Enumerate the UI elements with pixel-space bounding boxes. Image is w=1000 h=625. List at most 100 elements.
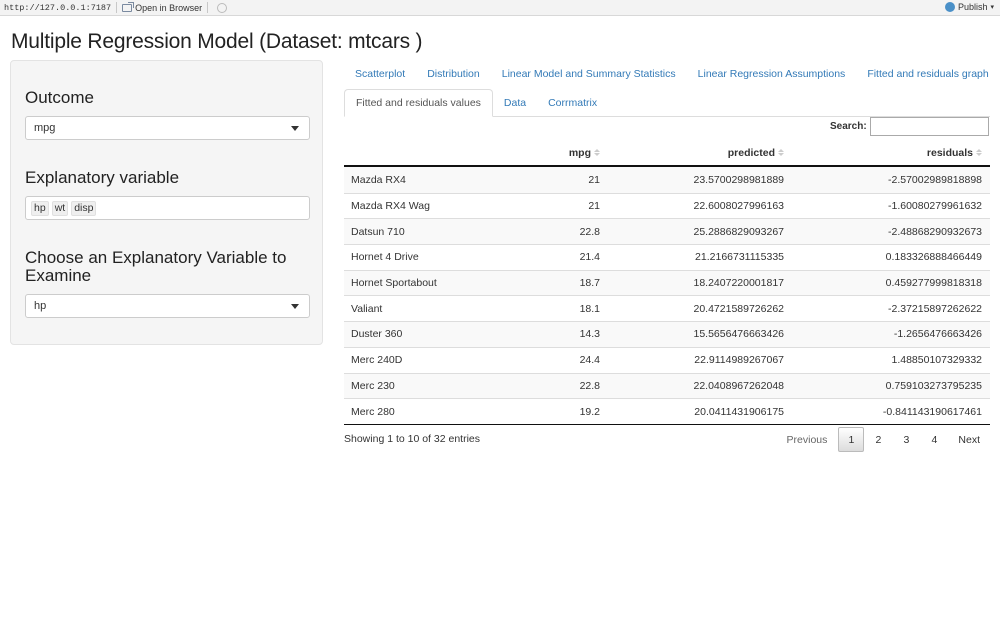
row-name-cell: Merc 230	[351, 379, 395, 392]
row-name-cell: Merc 240D	[351, 354, 403, 367]
tab-distribution[interactable]: Distribution	[416, 60, 491, 88]
row-name-cell: Hornet Sportabout	[351, 277, 437, 290]
residuals-cell: -1.60080279961632	[887, 200, 982, 213]
predicted-cell: 22.6008027996163	[693, 200, 784, 213]
table-bottom-border	[344, 423, 990, 425]
table-row: Hornet 4 Drive 21.4 21.2166731115335 0.1833…	[344, 244, 990, 270]
table-body: Mazda RX4 21 23.5700298981889 -2.5700298981…	[344, 167, 990, 424]
examine-select[interactable]: hp	[25, 294, 310, 318]
table-row: Valiant 18.1 20.4721589726262 -2.3721589726…	[344, 295, 990, 321]
residuals-cell: 0.459277999818318	[885, 277, 982, 290]
table-row: Merc 280 19.2 20.0411431906175 -0.841143190…	[344, 398, 990, 424]
sidebar-panel: Outcome mpg Explanatory variable hp wt d…	[10, 60, 323, 345]
url-label: http://127.0.0.1:7187	[4, 2, 112, 13]
page-button[interactable]: 4	[920, 427, 948, 452]
residuals-cell: 0.759103273795235	[885, 379, 982, 392]
open-in-browser-button[interactable]: Open in Browser	[122, 1, 203, 13]
tab-scatterplot[interactable]: Scatterplot	[344, 60, 416, 88]
page-button[interactable]: 3	[892, 427, 920, 452]
table-row: Mazda RX4 21 23.5700298981889 -2.5700298981…	[344, 167, 990, 193]
mpg-cell: 22.8	[579, 379, 600, 392]
search-input[interactable]	[870, 117, 989, 136]
explanatory-label: Explanatory variable	[25, 168, 180, 187]
table-info: Showing 1 to 10 of 32 entries	[344, 433, 481, 445]
outcome-label: Outcome	[25, 88, 94, 107]
tab-corrmatrix[interactable]: Corrmatrix	[537, 89, 608, 117]
column-header-label: predicted	[727, 146, 775, 159]
row-name-cell: Mazda RX4 Wag	[351, 200, 430, 213]
mpg-cell: 18.1	[579, 302, 600, 315]
mpg-cell: 18.7	[579, 277, 600, 290]
mpg-cell: 14.3	[579, 328, 600, 341]
predicted-cell: 20.0411431906175	[694, 405, 784, 418]
row-name-cell: Duster 360	[351, 328, 403, 341]
row-name-cell: Merc 280	[351, 405, 395, 418]
residuals-cell: -2.48868290932673	[887, 225, 982, 238]
page-title: Multiple Regression Model (Dataset: mtca…	[11, 30, 423, 53]
tab-data[interactable]: Data	[493, 89, 537, 117]
table-row: Merc 240D 24.4 22.9114989267067 1.488501073…	[344, 346, 990, 373]
refresh-icon[interactable]	[217, 2, 228, 13]
tab-fitted-values[interactable]: Fitted and residuals values	[344, 89, 493, 117]
predicted-cell: 18.2407220001817	[693, 277, 784, 290]
toolbar-divider	[207, 2, 209, 13]
row-name-cell: Datsun 710	[351, 225, 405, 238]
residuals-cell: 0.183326888466449	[885, 251, 982, 264]
selected-chip[interactable]: hp	[31, 200, 49, 216]
residuals-cell: -0.841143190617461	[882, 405, 982, 418]
residuals-cell: -2.37215897262622	[887, 302, 982, 315]
sort-icon	[976, 149, 982, 156]
open-in-browser-label: Open in Browser	[135, 2, 203, 13]
row-name-cell: Valiant	[351, 302, 383, 315]
mpg-cell: 21	[588, 200, 600, 213]
toolbar-divider	[116, 2, 118, 13]
external-window-icon	[122, 1, 135, 12]
residuals-cell: -1.2656476663426	[893, 328, 982, 341]
previous-button[interactable]: Previous	[777, 427, 839, 452]
predicted-cell: 22.9114989267067	[694, 354, 784, 367]
mpg-cell: 21.4	[579, 251, 600, 264]
mpg-cell: 22.8	[579, 225, 600, 238]
predicted-cell: 21.2166731115335	[695, 251, 784, 264]
outcome-select[interactable]: mpg	[25, 116, 310, 140]
table-row: Mazda RX4 Wag 21 22.6008027996163 -1.600802…	[344, 192, 990, 219]
table-header: mpg predicted residuals	[344, 140, 990, 167]
column-header-label: residuals	[926, 146, 973, 159]
tab-assumptions[interactable]: Linear Regression Assumptions	[687, 60, 857, 88]
outcome-selected-value: mpg	[34, 122, 56, 134]
row-name-cell: Mazda RX4	[351, 173, 406, 186]
mpg-cell: 19.2	[579, 405, 600, 418]
selected-chip[interactable]: disp	[71, 200, 97, 216]
chevron-down-icon	[291, 126, 299, 131]
column-header-predicted[interactable]: predicted	[602, 147, 792, 159]
predicted-cell: 23.5700298981889	[693, 173, 784, 186]
tab-fitted-graph[interactable]: Fitted and residuals graph	[856, 60, 999, 88]
results-table: mpg predicted residuals Mazda RX4 21 23.57…	[344, 140, 990, 425]
examine-label: Choose an Explanatory Variable to Examin…	[25, 248, 287, 285]
publish-icon	[944, 2, 955, 12]
table-row: Duster 360 14.3 15.5656476663426 -1.2656476…	[344, 321, 990, 347]
residuals-cell: -2.57002989818898	[887, 173, 982, 186]
publish-button[interactable]: Publish ▾	[944, 2, 994, 12]
next-button[interactable]: Next	[948, 427, 990, 452]
column-header-mpg[interactable]: mpg	[502, 147, 602, 159]
row-name-cell: Hornet 4 Drive	[351, 251, 419, 264]
examine-selected-value: hp	[34, 300, 47, 312]
selected-chip[interactable]: wt	[51, 200, 69, 216]
column-header-residuals[interactable]: residuals	[792, 147, 990, 159]
mpg-cell: 21	[588, 173, 600, 186]
page-button[interactable]: 2	[864, 427, 892, 452]
column-header-label: mpg	[568, 146, 591, 159]
page-button-current[interactable]: 1	[838, 427, 865, 452]
predicted-cell: 25.2886829093267	[693, 225, 784, 238]
table-row: Hornet Sportabout 18.7 18.2407220001817 0.4…	[344, 269, 990, 296]
table-row: Merc 230 22.8 22.0408967262048 0.7591032737…	[344, 372, 990, 399]
predicted-cell: 15.5656476663426	[693, 328, 784, 341]
chevron-down-icon: ▾	[990, 4, 994, 11]
search-label: Search:	[830, 121, 867, 132]
explanatory-multiselect[interactable]: hp wt disp	[25, 196, 310, 220]
publish-label: Publish	[957, 2, 988, 12]
tab-row-2: Fitted and residuals values Data Corrmat…	[344, 89, 608, 117]
predicted-cell: 22.0408967262048	[693, 379, 784, 392]
tab-linear-model[interactable]: Linear Model and Summary Statistics	[491, 60, 687, 88]
